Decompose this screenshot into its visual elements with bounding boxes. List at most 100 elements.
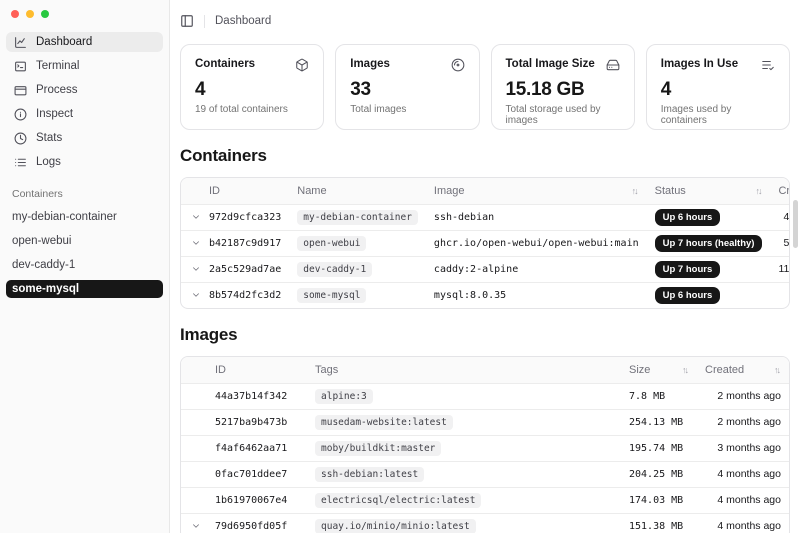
sort-icon[interactable]: ↑↓ <box>632 186 639 196</box>
chevron-down-icon[interactable] <box>181 513 207 533</box>
sidebar-item-label: Terminal <box>36 60 79 72</box>
status-badge: Up 6 hours <box>655 287 721 304</box>
container-created: 1 year ago <box>770 282 790 308</box>
image-row[interactable]: 1b61970067e4 electricsql/electric:latest… <box>181 487 789 513</box>
close-window-button[interactable] <box>11 10 19 18</box>
clock-icon <box>14 132 27 145</box>
sidebar-item-stats[interactable]: Stats <box>6 128 163 148</box>
column-header-tags[interactable]: Tags <box>307 357 621 383</box>
card-value: 4 <box>195 79 309 101</box>
sidebar-item-open-webui[interactable]: open-webui <box>6 232 163 250</box>
panel-left-toggle-icon[interactable] <box>180 14 194 28</box>
sidebar-item-my-debian-container[interactable]: my-debian-container <box>6 208 163 226</box>
sidebar-item-process[interactable]: Process <box>6 80 163 100</box>
container-label: dev-caddy-1 <box>12 259 75 271</box>
list-checks-icon <box>761 58 775 72</box>
image-row[interactable]: 44a37b14f342 alpine:3 7.8 MB 2 months ag… <box>181 383 789 409</box>
minimize-window-button[interactable] <box>26 10 34 18</box>
app-window: Dashboard Terminal Process Inspect <box>0 0 800 533</box>
chevron-down-icon[interactable] <box>181 230 201 256</box>
column-header-id[interactable]: ID <box>201 178 289 204</box>
column-header-image[interactable]: Image↑↓ <box>426 178 647 204</box>
image-id: 79d6950fd05f <box>207 513 307 533</box>
zoom-window-button[interactable] <box>41 10 49 18</box>
column-header-created[interactable]: Created↑↓ <box>770 178 790 204</box>
container-created: 5 months ago <box>770 230 790 256</box>
sidebar-item-dev-caddy-1[interactable]: dev-caddy-1 <box>6 256 163 274</box>
sidebar-container-list: my-debian-container open-webui dev-caddy… <box>6 208 163 298</box>
container-row[interactable]: b42187c9d917 open-webui ghcr.io/open-web… <box>181 230 790 256</box>
sidebar-item-some-mysql[interactable]: some-mysql <box>6 280 163 298</box>
card-images-in-use: Images In Use 4 Images used by container… <box>646 44 790 130</box>
image-created: 4 months ago <box>697 487 789 513</box>
image-tag: quay.io/minio/minio:latest <box>307 513 621 533</box>
image-id: 0fac701ddee7 <box>207 461 307 487</box>
top-bar: Dashboard <box>180 12 790 30</box>
column-header-created[interactable]: Created↑↓ <box>697 357 789 383</box>
card-title: Total Image Size <box>506 58 595 70</box>
container-image: caddy:2-alpine <box>426 256 647 282</box>
info-icon <box>14 108 27 121</box>
sidebar-item-dashboard[interactable]: Dashboard <box>6 32 163 52</box>
scrollbar-thumb[interactable] <box>793 200 798 248</box>
container-id: 972d9cfca323 <box>201 204 289 230</box>
column-header-id[interactable]: ID <box>207 357 307 383</box>
containers-section-title: Containers <box>180 146 790 166</box>
expand-column-header <box>181 357 207 383</box>
container-image: ghcr.io/open-webui/open-webui:main <box>426 230 647 256</box>
sidebar-item-label: Dashboard <box>36 36 92 48</box>
status-badge: Up 7 hours (healthy) <box>655 235 763 252</box>
chevron-down-icon[interactable] <box>181 256 201 282</box>
container-image: mysql:8.0.35 <box>426 282 647 308</box>
column-header-name[interactable]: Name <box>289 178 426 204</box>
container-name: dev-caddy-1 <box>289 256 426 282</box>
image-row[interactable]: 79d6950fd05f quay.io/minio/minio:latest … <box>181 513 789 533</box>
main-content: Dashboard Containers 4 19 of total conta… <box>170 0 800 533</box>
sidebar-item-terminal[interactable]: Terminal <box>6 56 163 76</box>
image-size: 204.25 MB <box>621 461 697 487</box>
container-status: Up 7 hours <box>647 256 771 282</box>
container-label: my-debian-container <box>12 211 117 223</box>
sidebar-item-logs[interactable]: Logs <box>6 152 163 172</box>
expand-cell <box>181 435 207 461</box>
sort-icon[interactable]: ↑↓ <box>774 365 781 375</box>
container-id: b42187c9d917 <box>201 230 289 256</box>
container-label: open-webui <box>12 235 71 247</box>
container-name: open-webui <box>289 230 426 256</box>
card-containers: Containers 4 19 of total containers <box>180 44 324 130</box>
column-header-status[interactable]: Status↑↓ <box>647 178 771 204</box>
sort-icon[interactable]: ↑↓ <box>755 186 762 196</box>
card-value: 33 <box>350 79 464 101</box>
container-id: 2a5c529ad7ae <box>201 256 289 282</box>
sidebar-section-label: Containers <box>12 188 163 200</box>
container-name: my-debian-container <box>289 204 426 230</box>
window-controls <box>6 7 163 18</box>
container-created: 11 months ago <box>770 256 790 282</box>
container-image: ssh-debian <box>426 204 647 230</box>
image-row[interactable]: 5217ba9b473b musedam-website:latest 254.… <box>181 409 789 435</box>
sidebar-item-inspect[interactable]: Inspect <box>6 104 163 124</box>
container-label: some-mysql <box>12 283 79 295</box>
column-header-size[interactable]: Size↑↓ <box>621 357 697 383</box>
image-row[interactable]: f4af6462aa71 moby/buildkit:master 195.74… <box>181 435 789 461</box>
container-id: 8b574d2fc3d2 <box>201 282 289 308</box>
card-value: 4 <box>661 79 775 101</box>
chevron-down-icon[interactable] <box>181 282 201 308</box>
sort-icon[interactable]: ↑↓ <box>682 365 689 375</box>
image-tag: ssh-debian:latest <box>307 461 621 487</box>
card-subtext: Total storage used by images <box>506 104 620 126</box>
images-table: ID Tags Size↑↓ Created↑↓ 44a37b14f342 al… <box>180 356 790 533</box>
image-size: 7.8 MB <box>621 383 697 409</box>
image-size: 195.74 MB <box>621 435 697 461</box>
images-section-title: Images <box>180 325 790 345</box>
list-icon <box>14 156 27 169</box>
chevron-down-icon[interactable] <box>181 204 201 230</box>
disc-icon <box>451 58 465 72</box>
images-table-header: ID Tags Size↑↓ Created↑↓ <box>181 357 789 383</box>
container-row[interactable]: 8b574d2fc3d2 some-mysql mysql:8.0.35 Up … <box>181 282 790 308</box>
image-created: 4 months ago <box>697 461 789 487</box>
container-row[interactable]: 972d9cfca323 my-debian-container ssh-deb… <box>181 204 790 230</box>
image-row[interactable]: 0fac701ddee7 ssh-debian:latest 204.25 MB… <box>181 461 789 487</box>
containers-table: ID Name Image↑↓ Status↑↓ Created↑↓ 972d9… <box>180 177 790 309</box>
container-row[interactable]: 2a5c529ad7ae dev-caddy-1 caddy:2-alpine … <box>181 256 790 282</box>
